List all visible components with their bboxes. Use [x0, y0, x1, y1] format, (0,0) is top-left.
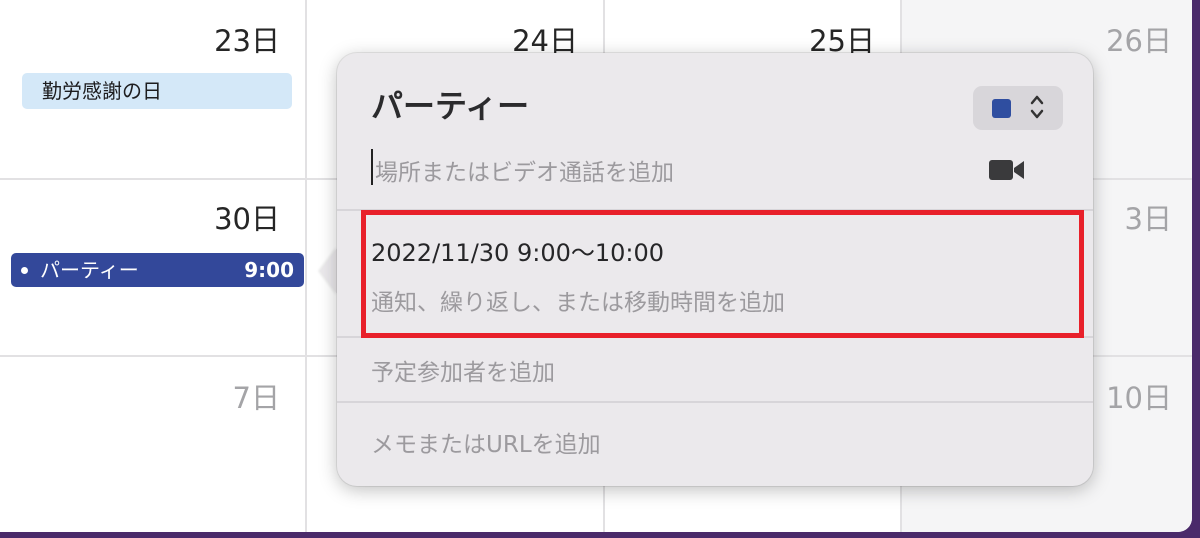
event-chip-time: 9:00 [244, 258, 294, 282]
color-swatch [992, 99, 1011, 118]
popover-divider [337, 401, 1093, 403]
day-23[interactable]: 23日 [120, 18, 280, 60]
invitees-input[interactable]: 予定参加者を追加 [371, 353, 555, 387]
event-dot-icon [21, 266, 28, 274]
day-7[interactable]: 7日 [120, 375, 280, 417]
grid-divider [305, 0, 307, 532]
event-chip-title: パーティー [40, 258, 139, 282]
video-camera-icon[interactable] [987, 158, 1027, 182]
calendar-color-picker[interactable] [973, 86, 1063, 130]
event-chip-party[interactable]: パーティー 9:00 [11, 253, 304, 287]
notes-input[interactable]: メモまたはURLを追加 [371, 425, 601, 459]
chevron-up-down-icon [1029, 92, 1045, 124]
popover-arrow [320, 247, 338, 295]
location-input[interactable]: 場所またはビデオ通話を追加 [371, 153, 995, 187]
holiday-event[interactable]: 勤労感謝の日 [22, 73, 292, 109]
day-30[interactable]: 30日 [120, 196, 280, 238]
event-title-field[interactable]: パーティー [371, 81, 529, 127]
annotation-highlight-box [361, 210, 1084, 338]
